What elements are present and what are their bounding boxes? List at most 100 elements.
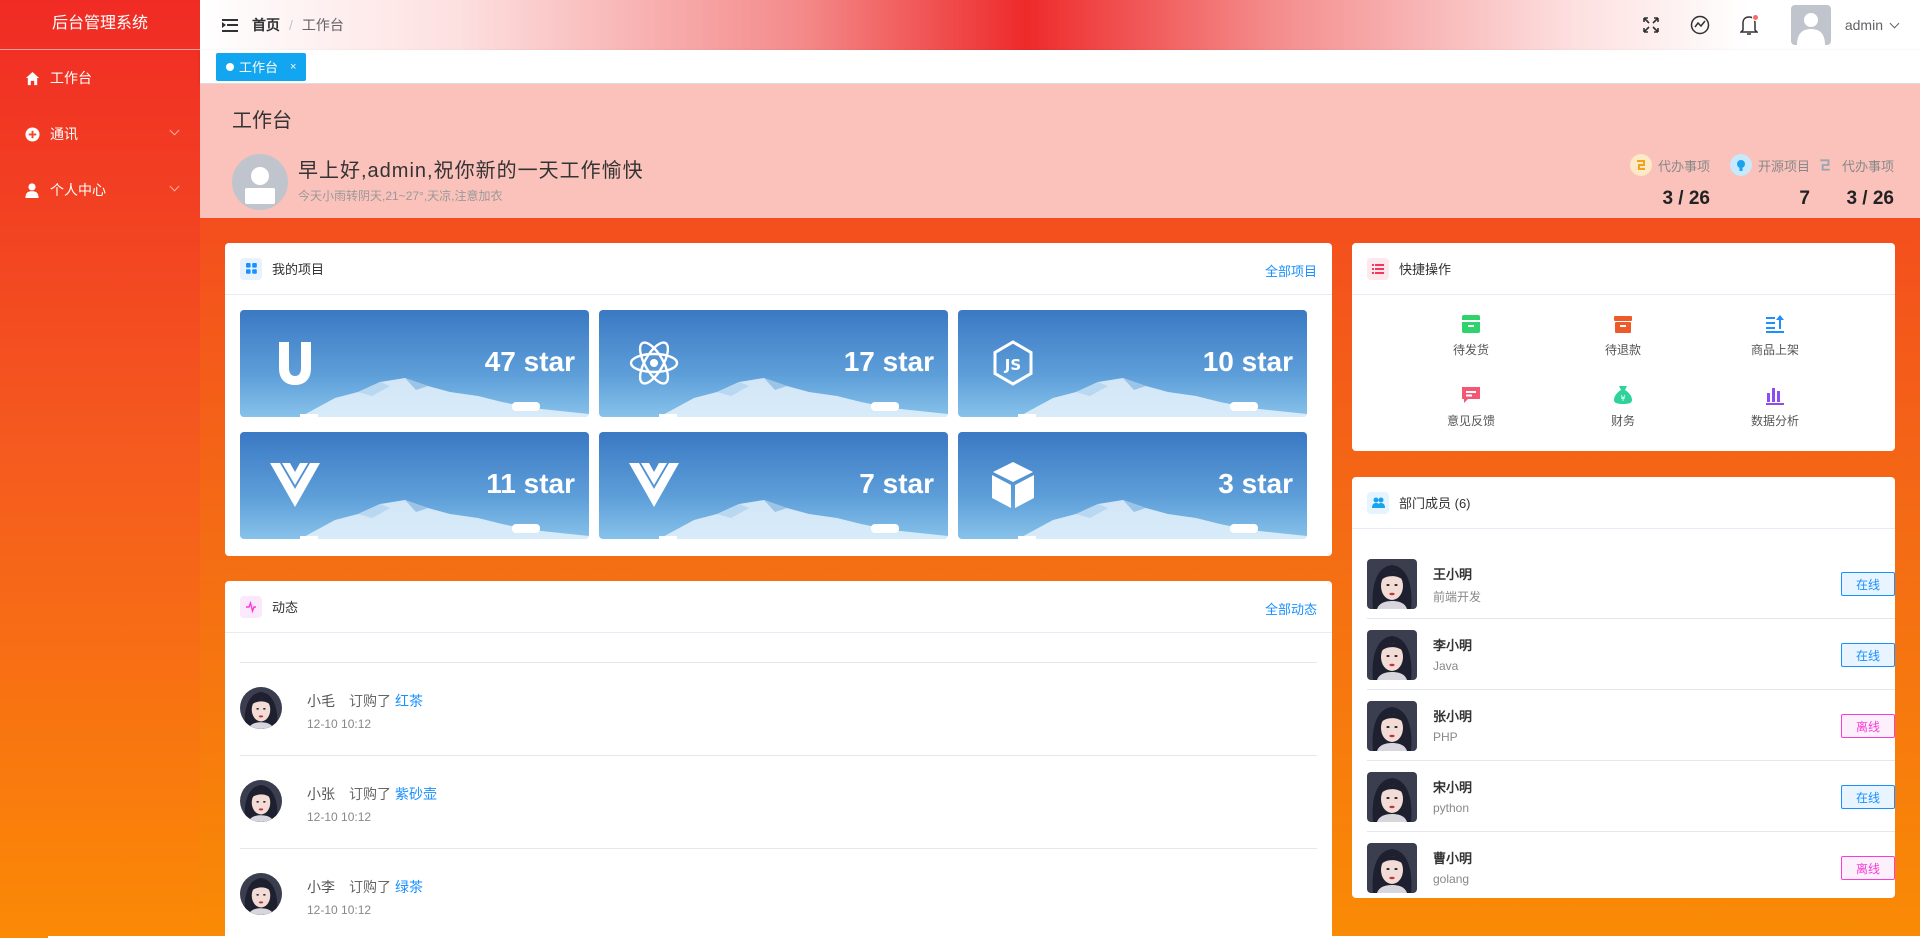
avatar (240, 780, 282, 822)
quick-action-feedback[interactable]: 意见反馈 (1411, 384, 1531, 429)
project-tile[interactable]: 17 star (599, 310, 948, 417)
chart-trend-icon[interactable] (1689, 14, 1711, 36)
project-tile[interactable]: JS 10 star (958, 310, 1307, 417)
avatar (240, 687, 282, 729)
svg-text:¥: ¥ (1620, 394, 1625, 403)
breadcrumb: 首页 / 工作台 (252, 15, 344, 35)
status-badge: 在线 (1841, 643, 1895, 667)
member-name: 张小明 (1433, 709, 1473, 724)
card-title: 部门成员 (6) (1399, 496, 1471, 511)
quick-action-shipping[interactable]: 待发货 (1411, 313, 1531, 358)
money-bag-icon: ¥ (1612, 384, 1634, 406)
member-row[interactable]: 曹小明 golang 离线 (1367, 832, 1895, 898)
breadcrumb-current: 工作台 (301, 17, 344, 33)
avatar (1367, 630, 1417, 680)
activity-card: 动态 全部动态 小毛 订购了 红茶 12-10 10:12 小张 订购了 紫砂壶 12-10 … (225, 581, 1332, 938)
quick-action-analytics[interactable]: 数据分析 (1715, 384, 1835, 429)
activity-item: 小毛 订购了 红茶 12-10 10:12 (240, 687, 1310, 757)
project-stars: 10 star (1202, 346, 1293, 377)
stat-todo-2: 代办事项 3 / 26 (1814, 154, 1894, 210)
divider (240, 755, 1317, 756)
upload-list-icon (1764, 313, 1786, 335)
member-row[interactable]: 张小明 PHP 离线 (1367, 690, 1895, 761)
navbar: 首页 / 工作台 admin (200, 0, 1920, 50)
member-row[interactable]: 李小明 Java 在线 (1367, 619, 1895, 690)
member-name: 曹小明 (1433, 851, 1473, 866)
project-tile[interactable]: 7 star (599, 432, 948, 539)
member-name: 王小明 (1433, 567, 1473, 582)
avatar (1367, 701, 1417, 751)
page-title: 工作台 (232, 110, 292, 132)
activity-icon (240, 595, 262, 618)
projects-card: 我的项目 全部项目 47 star 17 star JS 10 star 11 star… (225, 243, 1332, 556)
activity-item-link[interactable]: 绿茶 (395, 879, 423, 895)
status-badge: 在线 (1841, 572, 1895, 596)
github-icon (1729, 154, 1752, 176)
activity-item-link[interactable]: 紫砂壶 (395, 786, 437, 802)
todo-icon (1814, 154, 1836, 176)
activity-action: 订购了 (349, 786, 391, 802)
user-icon (24, 182, 40, 198)
project-tile[interactable]: 11 star (240, 432, 589, 539)
member-row[interactable]: 王小明 前端开发 在线 (1367, 548, 1895, 619)
sidebar-item-contacts[interactable]: 通讯 (0, 106, 200, 162)
project-stars: 3 star (1218, 468, 1293, 499)
member-role: Java (1433, 659, 1459, 673)
menu-toggle-icon[interactable] (222, 18, 238, 32)
activity-item: 小张 订购了 紫砂壶 12-10 10:12 (240, 780, 1310, 850)
package-icon (1460, 313, 1482, 335)
project-stars: 47 star (484, 346, 575, 377)
tab-workbench[interactable]: 工作台 × (216, 52, 307, 81)
cube-icon (986, 458, 1040, 512)
avatar (1367, 843, 1417, 893)
list-icon (1367, 257, 1389, 280)
weather-text: 今天小雨转阴天,21~27°,天凉,注意加衣 (298, 189, 503, 203)
sidebar-item-label: 个人中心 (50, 182, 106, 198)
nodejs-icon: JS (986, 336, 1040, 390)
project-stars: 11 star (486, 468, 575, 499)
stat-value: 3 / 26 (1846, 188, 1894, 209)
avatar (240, 873, 282, 915)
avatar[interactable] (1790, 5, 1831, 45)
chevron-down-icon[interactable] (1889, 18, 1900, 28)
project-tile[interactable]: 3 star (958, 432, 1307, 539)
activity-item-link[interactable]: 红茶 (395, 693, 423, 709)
activity-user: 小李 (307, 879, 335, 895)
avatar (232, 154, 288, 210)
username[interactable]: admin (1845, 17, 1883, 33)
todo-icon (1629, 154, 1652, 176)
react-icon (627, 336, 681, 390)
card-title: 我的项目 (272, 262, 325, 277)
fullscreen-icon[interactable] (1640, 14, 1662, 36)
breadcrumb-home[interactable]: 首页 (252, 15, 280, 35)
divider (240, 662, 1317, 663)
all-activity-link[interactable]: 全部动态 (1265, 599, 1317, 618)
divider (240, 848, 1317, 849)
sidebar-item-label: 工作台 (50, 70, 92, 86)
sidebar-item-profile[interactable]: 个人中心 (0, 162, 200, 218)
stat-value: 7 (1799, 188, 1810, 209)
avatar (1367, 772, 1417, 822)
member-role: PHP (1433, 730, 1458, 744)
sidebar: 后台管理系统 工作台 通讯 个人中心 (0, 0, 200, 938)
member-row[interactable]: 宋小明 python 在线 (1367, 761, 1895, 832)
project-tile[interactable]: 47 star (240, 310, 589, 417)
all-projects-link[interactable]: 全部项目 (1265, 261, 1317, 280)
activity-action: 订购了 (349, 879, 391, 895)
project-stars: 7 star (859, 468, 934, 499)
app-title[interactable]: 后台管理系统 (0, 0, 200, 50)
tab-label: 工作台 (239, 60, 279, 75)
quick-action-listing[interactable]: 商品上架 (1715, 313, 1835, 358)
greeting: 早上好,admin,祝你新的一天工作愉快 (298, 160, 644, 182)
quick-action-refund[interactable]: 待退款 (1563, 313, 1683, 358)
bell-icon[interactable] (1738, 14, 1760, 36)
stat-value: 3 / 26 (1662, 188, 1710, 209)
grid-icon (240, 257, 262, 280)
team-icon (1367, 491, 1389, 514)
close-icon[interactable]: × (290, 61, 296, 73)
member-name: 李小明 (1433, 638, 1473, 653)
chevron-down-icon (169, 125, 180, 136)
sidebar-item-workbench[interactable]: 工作台 (0, 50, 200, 106)
quick-action-finance[interactable]: ¥ 财务 (1563, 384, 1683, 429)
plus-circle-icon (24, 126, 40, 142)
